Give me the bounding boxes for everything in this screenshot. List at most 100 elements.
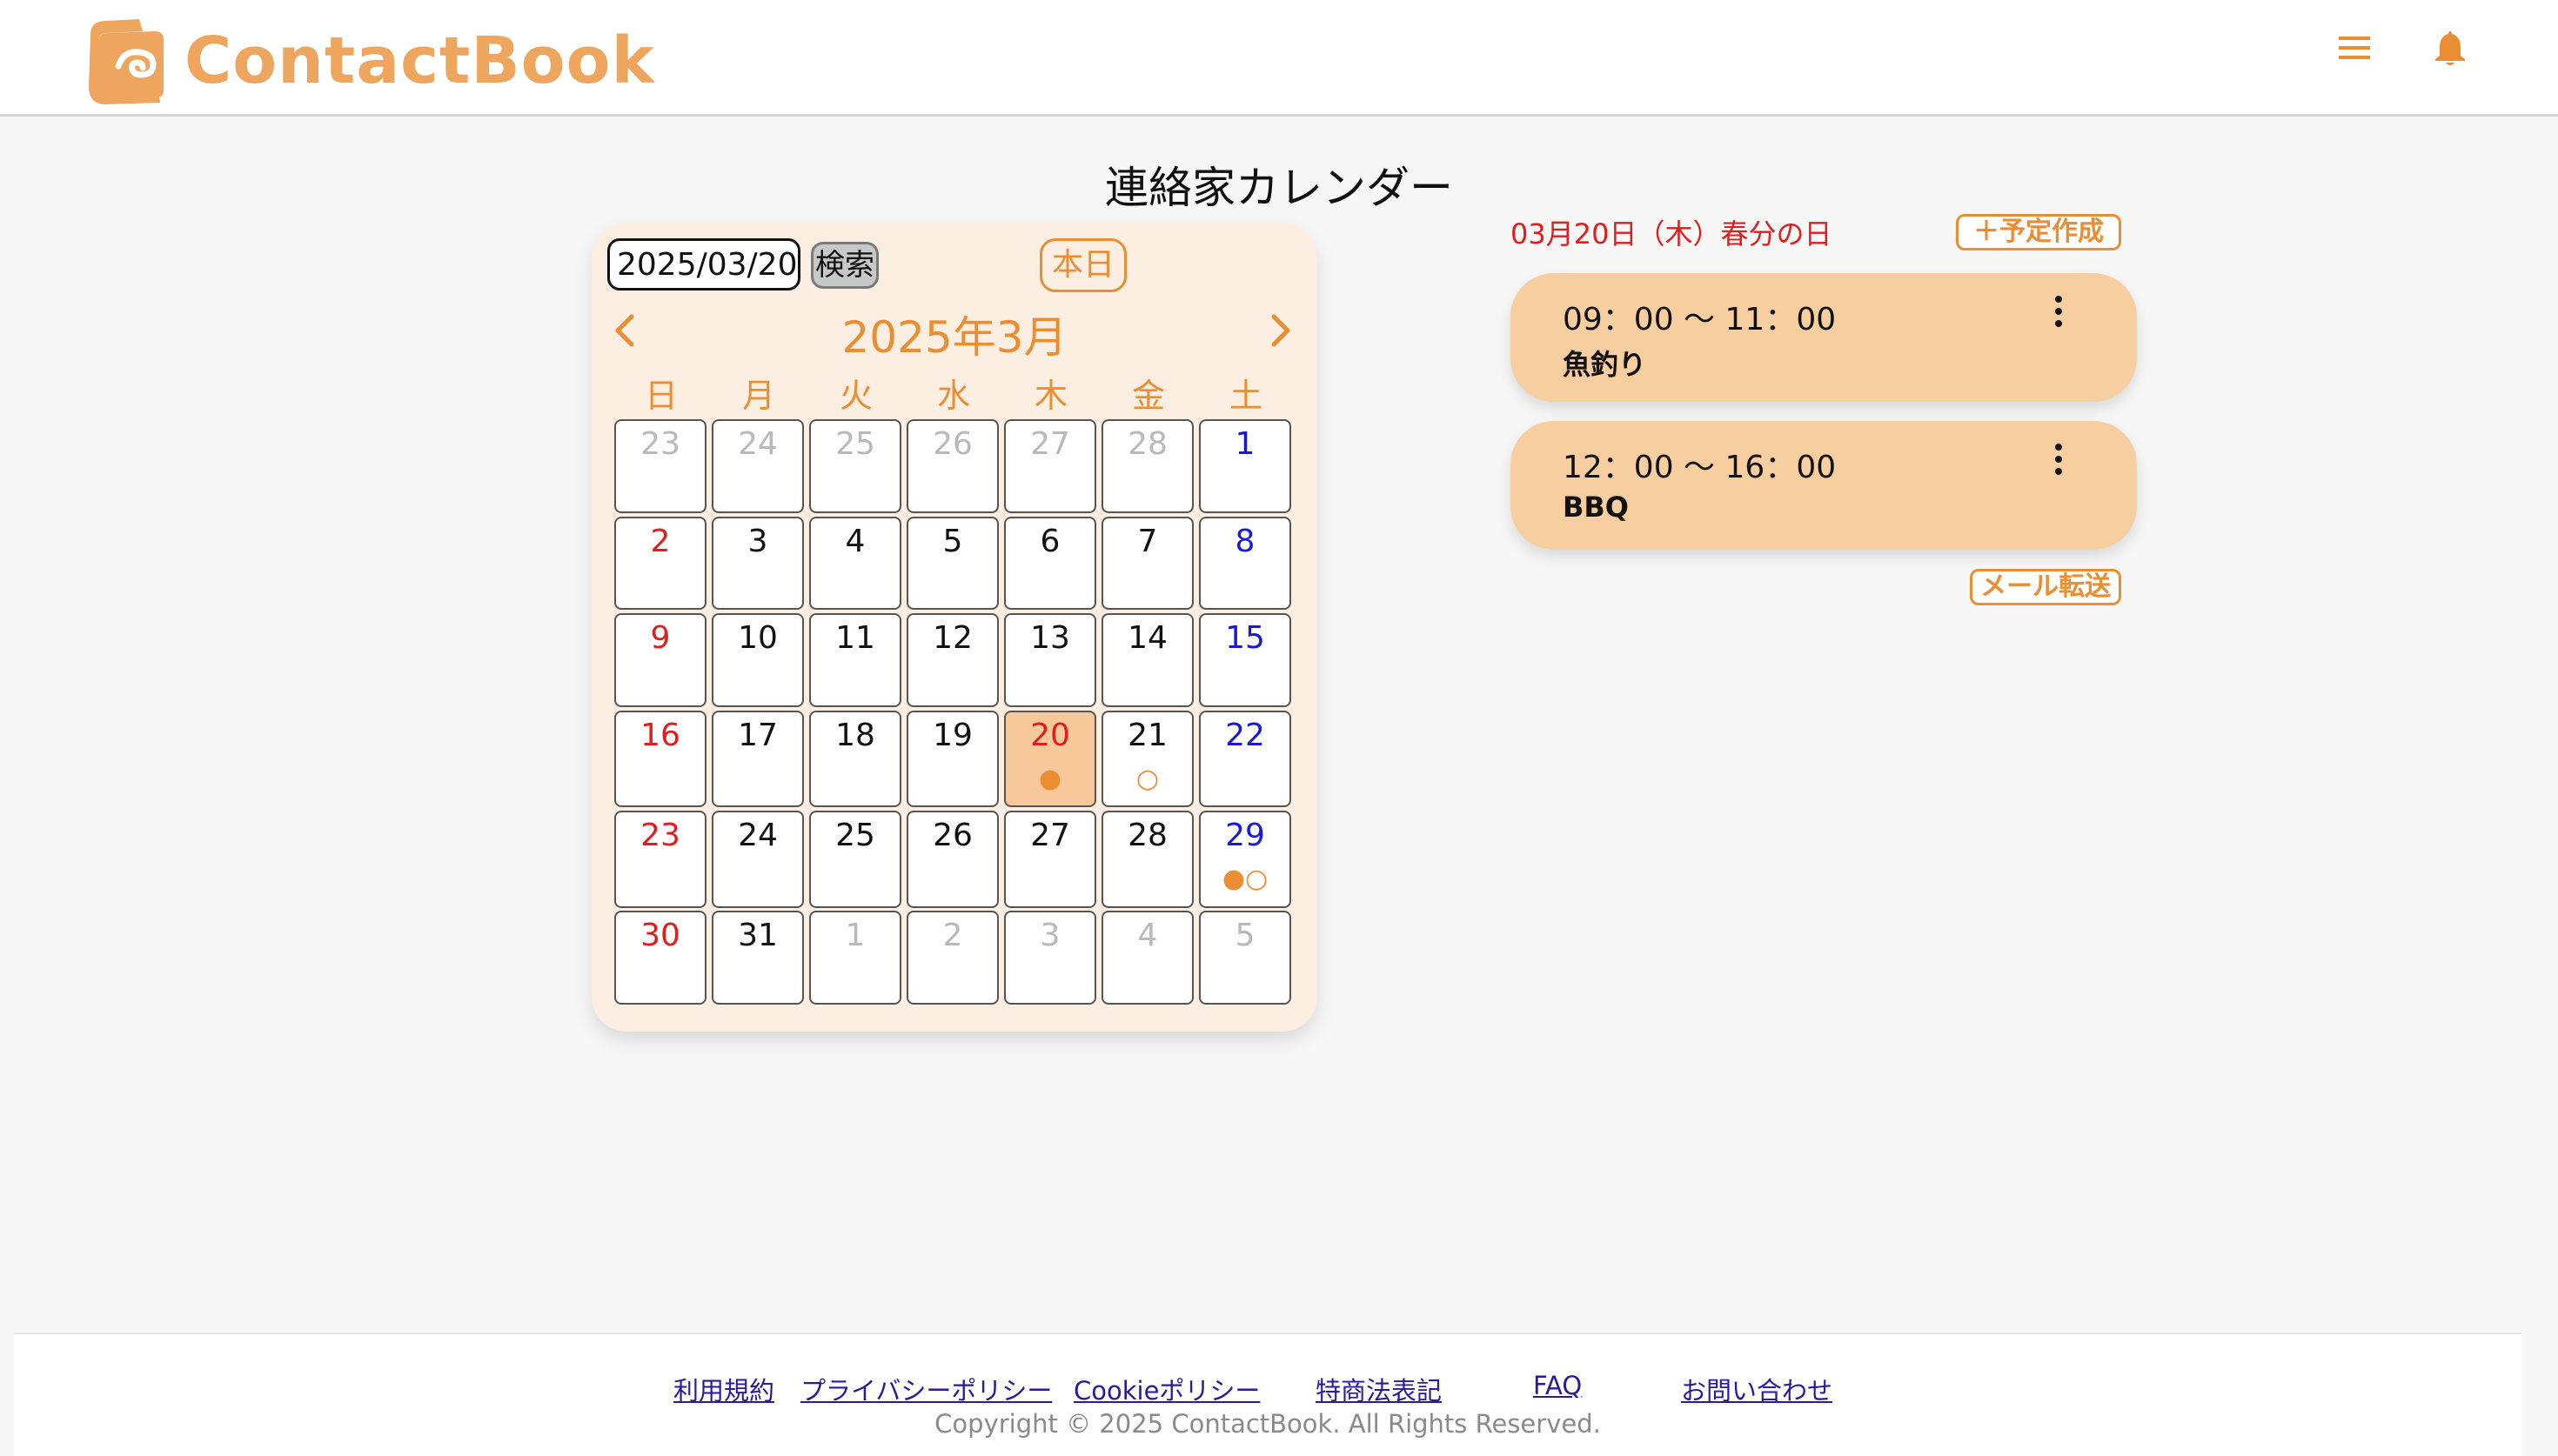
day-number: 22: [1225, 717, 1265, 753]
calendar-day-cell[interactable]: 14: [1102, 613, 1194, 708]
privacy-policy-link[interactable]: プライバシーポリシー: [800, 1371, 1052, 1407]
day-number: 17: [738, 717, 778, 753]
terms-link[interactable]: 利用規約: [673, 1371, 774, 1407]
day-number: 21: [1128, 717, 1168, 753]
today-button[interactable]: 本日: [1040, 238, 1127, 292]
day-number: 28: [1128, 818, 1168, 854]
calendar-day-cell[interactable]: 3: [1004, 911, 1096, 1005]
calendar-day-cell[interactable]: 5: [1199, 911, 1291, 1005]
weekday-header: 日月火水木金土: [614, 369, 1300, 421]
day-number: 25: [835, 426, 875, 462]
day-number: 4: [845, 523, 866, 559]
weekday-label: 日: [644, 377, 678, 415]
calendar-day-cell[interactable]: 15: [1199, 613, 1291, 708]
calendar-day-cell[interactable]: 28: [1102, 419, 1194, 513]
calendar-day-cell[interactable]: 13: [1004, 613, 1096, 708]
event-marker: ●: [1038, 763, 1062, 794]
event-time: 12：00 〜 16：00: [1563, 450, 1837, 485]
day-number: 9: [650, 620, 671, 657]
selected-date-label: 03月20日（木）春分の日: [1510, 217, 1832, 250]
weekday-label: 金: [1131, 377, 1165, 415]
cookie-policy-link[interactable]: Cookieポリシー: [1074, 1371, 1260, 1407]
event-title: BBQ: [1563, 491, 1629, 524]
day-number: 24: [738, 426, 778, 462]
calendar-day-cell[interactable]: 25: [809, 811, 901, 908]
calendar-day-cell[interactable]: 27: [1004, 811, 1096, 908]
create-event-button[interactable]: ＋予定作成: [1956, 214, 2121, 250]
event-card[interactable]: 09：00 〜 11：00 魚釣り: [1510, 273, 2137, 402]
faq-link[interactable]: FAQ: [1533, 1371, 1582, 1400]
commercial-law-link[interactable]: 特商法表記: [1316, 1371, 1442, 1407]
calendar-day-cell[interactable]: 1: [809, 911, 901, 1005]
day-number: 3: [1040, 918, 1061, 954]
calendar-day-cell[interactable]: 26: [907, 419, 999, 513]
calendar-day-cell[interactable]: 2: [907, 911, 999, 1005]
footer-links: 利用規約 プライバシーポリシー Cookieポリシー 特商法表記 FAQ お問い…: [14, 1371, 2521, 1406]
calendar-day-cell[interactable]: 22: [1199, 710, 1291, 808]
calendar-day-cell[interactable]: 28: [1102, 811, 1194, 908]
calendar-day-cell[interactable]: 1: [1199, 419, 1291, 513]
mail-forward-button[interactable]: メール転送: [1970, 569, 2121, 605]
calendar-day-cell[interactable]: 24: [712, 419, 804, 513]
calendar-day-cell[interactable]: 29 ●○: [1199, 811, 1291, 908]
day-number: 31: [738, 918, 778, 954]
calendar-day-cell[interactable]: 24: [712, 811, 804, 908]
calendar-day-cell[interactable]: 25: [809, 419, 901, 513]
calendar-day-cell[interactable]: 4: [1102, 911, 1194, 1005]
weekday-label: 火: [839, 377, 873, 415]
day-number: 7: [1137, 523, 1158, 559]
calendar-day-cell[interactable]: 31: [712, 911, 804, 1005]
calendar-day-cell[interactable]: 30: [614, 911, 706, 1005]
calendar-day-cell[interactable]: 20 ●: [1004, 710, 1096, 808]
day-number: 23: [640, 426, 680, 462]
more-vertical-icon[interactable]: [2052, 294, 2066, 331]
day-number: 18: [835, 717, 875, 753]
chevron-right-icon[interactable]: [1263, 306, 1298, 355]
day-number: 3: [747, 523, 768, 559]
calendar-day-cell[interactable]: 6: [1004, 516, 1096, 611]
calendar-day-cell[interactable]: 11: [809, 613, 901, 708]
more-vertical-icon[interactable]: [2052, 442, 2066, 478]
calendar-day-cell[interactable]: 4: [809, 516, 901, 611]
calendar-day-cell[interactable]: 8: [1199, 516, 1291, 611]
calendar-day-cell[interactable]: 21 ○: [1102, 710, 1194, 808]
day-number: 4: [1137, 918, 1158, 954]
day-number: 24: [738, 818, 778, 854]
calendar-day-cell[interactable]: 9: [614, 613, 706, 708]
calendar-day-cell[interactable]: 23: [614, 811, 706, 908]
day-number: 28: [1128, 426, 1168, 462]
calendar-day-cell[interactable]: 19: [907, 710, 999, 808]
calendar-day-cell[interactable]: 12: [907, 613, 999, 708]
weekday-label: 土: [1229, 377, 1262, 415]
logo[interactable]: ContactBook: [87, 17, 655, 104]
calendar-day-cell[interactable]: 16: [614, 710, 706, 808]
event-marker: ●○: [1222, 864, 1269, 895]
day-number: 8: [1235, 523, 1256, 559]
calendar-day-cell[interactable]: 18: [809, 710, 901, 808]
day-number: 26: [933, 426, 973, 462]
calendar-day-cell[interactable]: 26: [907, 811, 999, 908]
calendar-day-cell[interactable]: 2: [614, 516, 706, 611]
event-card[interactable]: 12：00 〜 16：00 BBQ: [1510, 421, 2137, 550]
event-time: 09：00 〜 11：00: [1563, 302, 1837, 337]
day-number: 25: [835, 818, 875, 854]
calendar-day-cell[interactable]: 5: [907, 516, 999, 611]
calendar-day-cell[interactable]: 3: [712, 516, 804, 611]
day-number: 2: [942, 918, 963, 954]
day-number: 13: [1030, 620, 1070, 657]
contact-link[interactable]: お問い合わせ: [1681, 1371, 1832, 1407]
month-label: 2025年3月: [841, 312, 1068, 363]
calendar-day-cell[interactable]: 17: [712, 710, 804, 808]
calendar-day-cell[interactable]: 27: [1004, 419, 1096, 513]
day-number: 30: [640, 918, 680, 954]
notification-bell-icon[interactable]: [2433, 28, 2468, 66]
calendar-day-cell[interactable]: 23: [614, 419, 706, 513]
calendar-day-cell[interactable]: 10: [712, 613, 804, 708]
search-button[interactable]: 検索: [811, 242, 879, 289]
calendar-day-cell[interactable]: 7: [1102, 516, 1194, 611]
date-search-input[interactable]: [607, 238, 800, 291]
page-title: 連絡家カレンダー: [1105, 163, 1453, 213]
day-number: 16: [640, 717, 680, 753]
hamburger-menu-icon[interactable]: [2337, 33, 2372, 63]
day-number: 20: [1030, 717, 1070, 753]
